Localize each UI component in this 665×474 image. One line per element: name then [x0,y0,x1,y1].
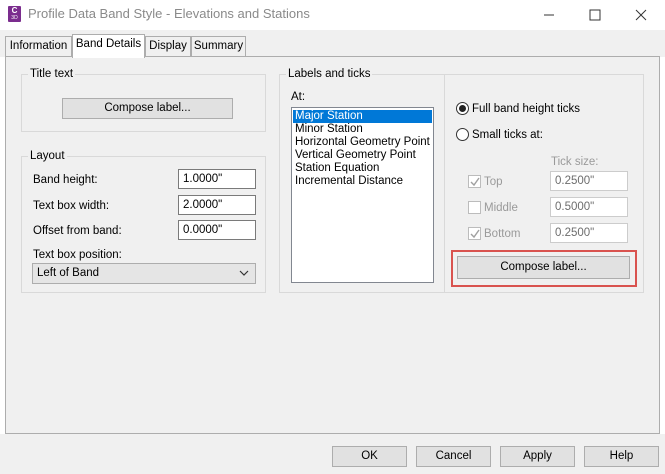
tab-information[interactable]: Information [5,36,72,56]
middle-tick-size-field[interactable]: 0.5000" [550,197,628,217]
tab-summary[interactable]: Summary [191,36,246,56]
at-listbox[interactable]: Major Station Minor Station Horizontal G… [291,107,434,283]
bottom-label: Bottom [484,228,521,240]
title-text-group: Title text Compose label... [21,67,266,132]
tab-display[interactable]: Display [145,36,191,56]
panel-divider [444,75,445,293]
list-item-horizontal-geometry-point[interactable]: Horizontal Geometry Point [293,136,432,149]
close-button[interactable] [618,0,664,30]
offset-from-band-label: Offset from band: [33,225,122,237]
bottom-tick-size-field[interactable]: 0.2500" [550,223,628,243]
chevron-down-icon [239,270,249,276]
full-band-height-label: Full band height ticks [472,103,581,115]
text-box-width-label: Text box width: [33,200,110,212]
title-compose-label-button[interactable]: Compose label... [62,98,233,119]
tab-bar: Information Band Details Display Summary [0,30,665,58]
small-ticks-label: Small ticks at: [472,129,543,141]
at-label: At: [291,91,306,103]
band-height-label: Band height: [33,174,98,186]
text-box-position-value: Left of Band [37,267,100,279]
top-tick-size-field[interactable]: 0.2500" [550,171,628,191]
list-item-station-equation[interactable]: Station Equation [293,162,432,175]
band-height-field[interactable]: 1.0000" [178,169,256,189]
list-item-vertical-geometry-point[interactable]: Vertical Geometry Point [293,149,432,162]
layout-group: Layout Band height: 1.0000" Text box wid… [21,149,266,293]
title-bar: C 3D Profile Data Band Style - Elevation… [0,0,665,30]
minimize-button[interactable] [526,0,572,30]
list-item-incremental-distance[interactable]: Incremental Distance [293,175,432,188]
close-icon [635,9,647,21]
help-button[interactable]: Help [584,446,659,467]
list-item-minor-station[interactable]: Minor Station [293,123,432,136]
text-box-position-label: Text box position: [33,249,122,261]
labels-and-ticks-group: Labels and ticks At: Major Station Minor… [279,67,644,293]
small-ticks-radio[interactable] [456,128,469,141]
dialog-button-bar: OK Cancel Apply Help [0,434,665,474]
full-band-height-radio[interactable] [456,102,469,115]
tick-size-label: Tick size: [551,156,599,168]
middle-checkbox[interactable] [468,201,481,214]
layout-group-label: Layout [28,149,67,163]
minimize-icon [544,14,554,16]
middle-label: Middle [484,202,518,214]
app-icon-sub: 3D [11,15,18,21]
list-item-major-station[interactable]: Major Station [293,110,432,123]
bottom-checkbox[interactable] [468,227,481,240]
offset-from-band-field[interactable]: 0.0000" [178,220,256,240]
app-icon-letter: C [11,6,18,15]
top-checkbox[interactable] [468,175,481,188]
checkmark-icon [470,229,480,239]
ok-button[interactable]: OK [332,446,407,467]
apply-button[interactable]: Apply [500,446,575,467]
band-details-page: Title text Compose label... Layout Band … [5,56,660,434]
title-text-group-label: Title text [28,67,76,81]
labels-and-ticks-group-label: Labels and ticks [286,67,373,81]
ticks-compose-label-button[interactable]: Compose label... [457,256,630,279]
tab-band-details[interactable]: Band Details [72,34,145,58]
maximize-button[interactable] [572,0,618,30]
window-title: Profile Data Band Style - Elevations and… [28,6,310,21]
top-label: Top [484,176,503,188]
cancel-button[interactable]: Cancel [416,446,491,467]
maximize-icon [589,9,601,21]
civil3d-app-icon: C 3D [8,6,21,22]
text-box-position-select[interactable]: Left of Band [32,263,256,284]
text-box-width-field[interactable]: 2.0000" [178,195,256,215]
checkmark-icon [470,177,480,187]
